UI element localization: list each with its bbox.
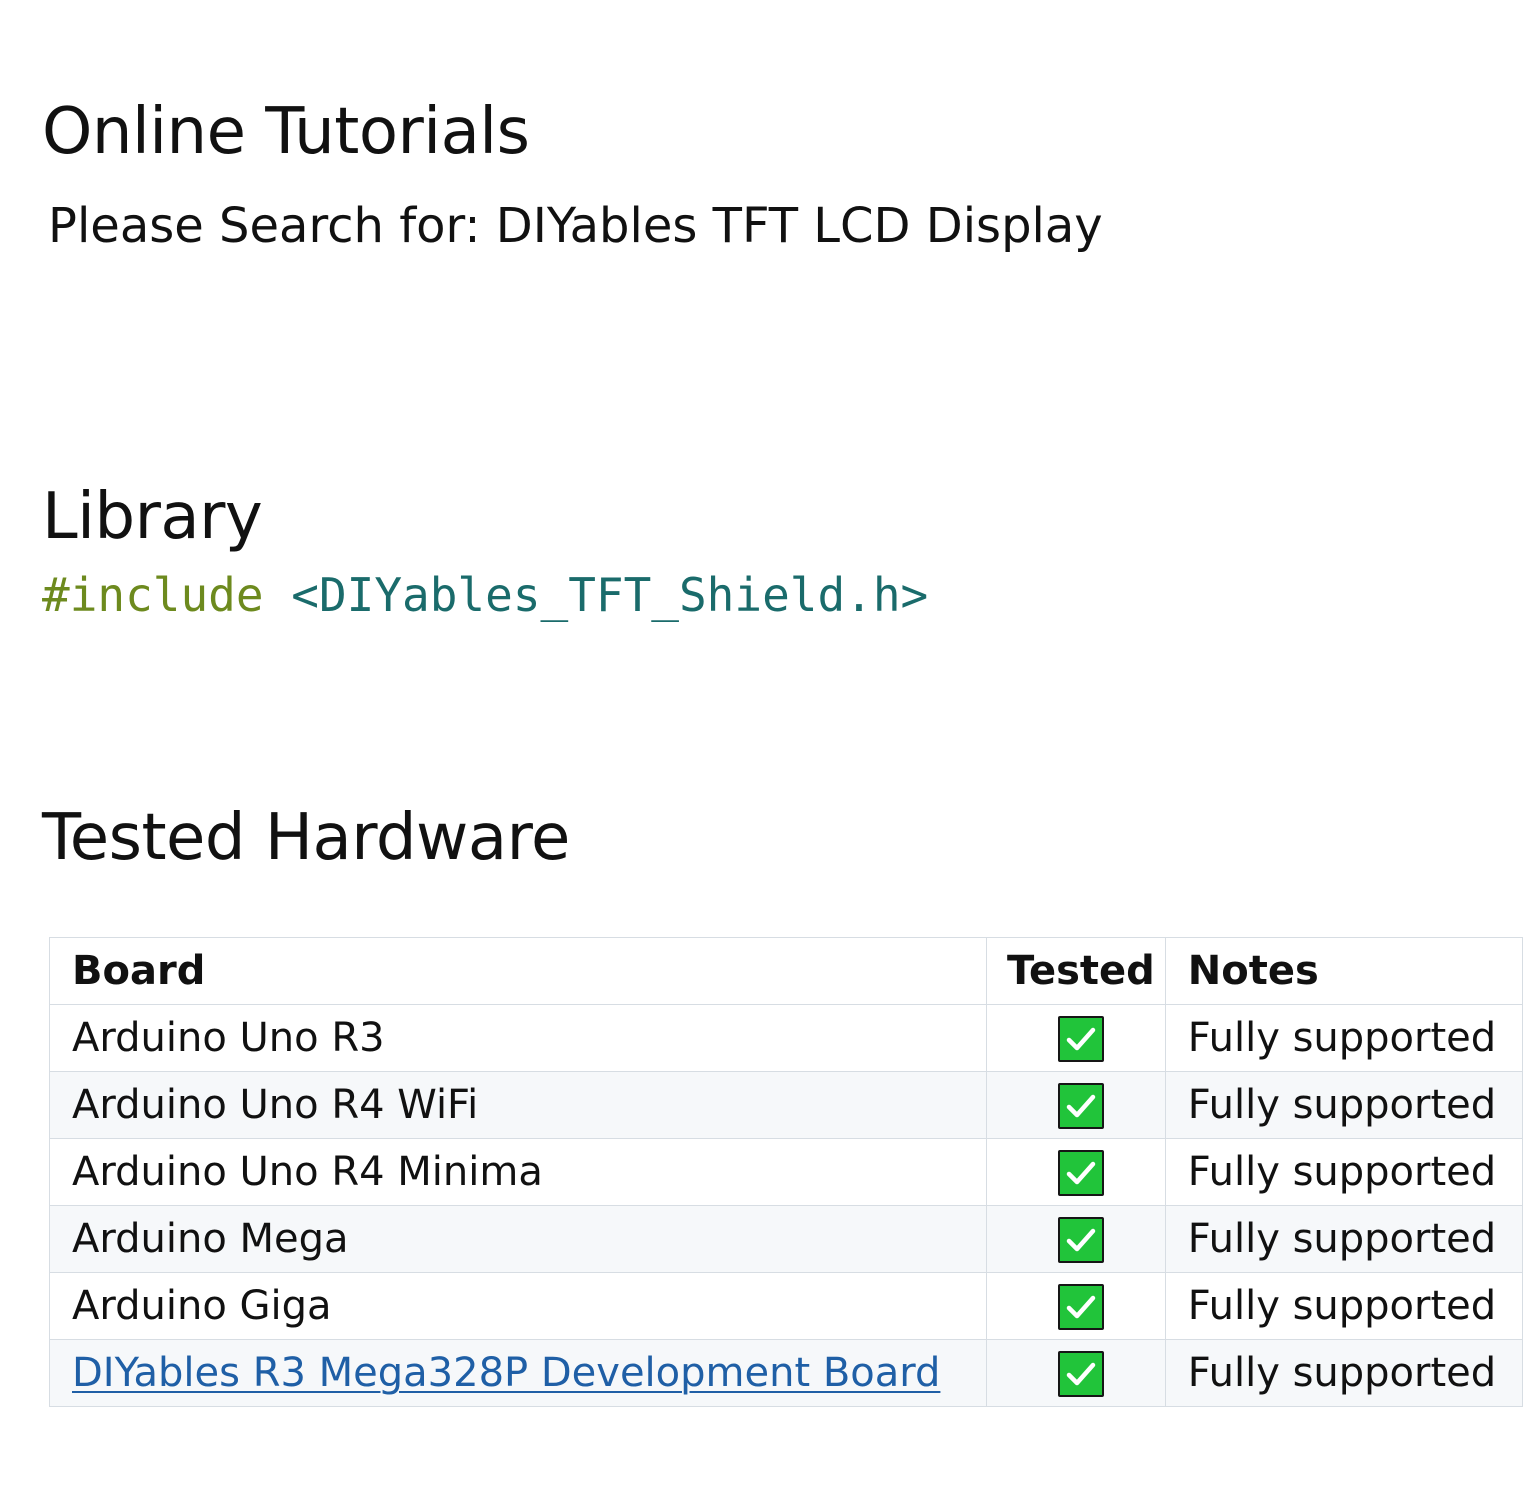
check-icon — [1057, 1284, 1104, 1330]
check-icon — [1057, 1083, 1104, 1129]
check-icon — [1057, 1150, 1104, 1196]
notes-cell: Fully supported — [1164, 1339, 1523, 1407]
tested-cell — [986, 1004, 1166, 1072]
notes-cell: Fully supported — [1164, 1004, 1523, 1072]
table-row: Arduino Uno R4 Minima Fully supported — [49, 1138, 1523, 1206]
table-row: Arduino Uno R4 WiFi Fully supported — [49, 1071, 1523, 1139]
section-title-online-tutorials: Online Tutorials — [42, 95, 530, 169]
table-row: Arduino Mega Fully supported — [49, 1205, 1523, 1273]
tested-cell — [986, 1205, 1166, 1273]
notes-cell: Fully supported — [1164, 1205, 1523, 1273]
table-row: Arduino Uno R3 Fully supported — [49, 1004, 1523, 1072]
notes-cell: Fully supported — [1164, 1138, 1523, 1206]
board-name-cell: Arduino Giga — [49, 1272, 987, 1340]
section-title-tested-hardware: Tested Hardware — [42, 801, 570, 875]
board-name-cell: Arduino Uno R4 WiFi — [49, 1071, 987, 1139]
board-link-diyables-r3-mega328p[interactable]: DIYables R3 Mega328P Development Board — [72, 1350, 940, 1396]
section-title-library: Library — [42, 480, 263, 554]
code-header-file: <DIYables_TFT_Shield.h> — [291, 568, 929, 622]
table-header-row: Board Tested Notes — [49, 937, 1523, 1005]
tested-cell — [986, 1071, 1166, 1139]
tested-cell — [986, 1272, 1166, 1340]
board-name-cell: Arduino Uno R3 — [49, 1004, 987, 1072]
tested-cell — [986, 1339, 1166, 1407]
code-include-directive: #include — [42, 568, 264, 622]
notes-cell: Fully supported — [1164, 1272, 1523, 1340]
tested-hardware-table: Board Tested Notes Arduino Uno R3 Fully … — [49, 937, 1523, 1407]
column-header-notes: Notes — [1164, 937, 1523, 1005]
column-header-board: Board — [49, 937, 987, 1005]
check-icon — [1057, 1351, 1104, 1397]
search-instruction-text: Please Search for: DIYables TFT LCD Disp… — [48, 198, 1103, 254]
tested-cell — [986, 1138, 1166, 1206]
table-row: DIYables R3 Mega328P Development Board F… — [49, 1339, 1523, 1407]
column-header-tested: Tested — [986, 937, 1166, 1005]
check-icon — [1057, 1217, 1104, 1263]
table-row: Arduino Giga Fully supported — [49, 1272, 1523, 1340]
notes-cell: Fully supported — [1164, 1071, 1523, 1139]
include-code-line: #include <DIYables_TFT_Shield.h> — [42, 572, 928, 618]
board-name-cell: Arduino Uno R4 Minima — [49, 1138, 987, 1206]
board-name-cell: Arduino Mega — [49, 1205, 987, 1273]
check-icon — [1057, 1016, 1104, 1062]
board-name-cell: DIYables R3 Mega328P Development Board — [49, 1339, 987, 1407]
